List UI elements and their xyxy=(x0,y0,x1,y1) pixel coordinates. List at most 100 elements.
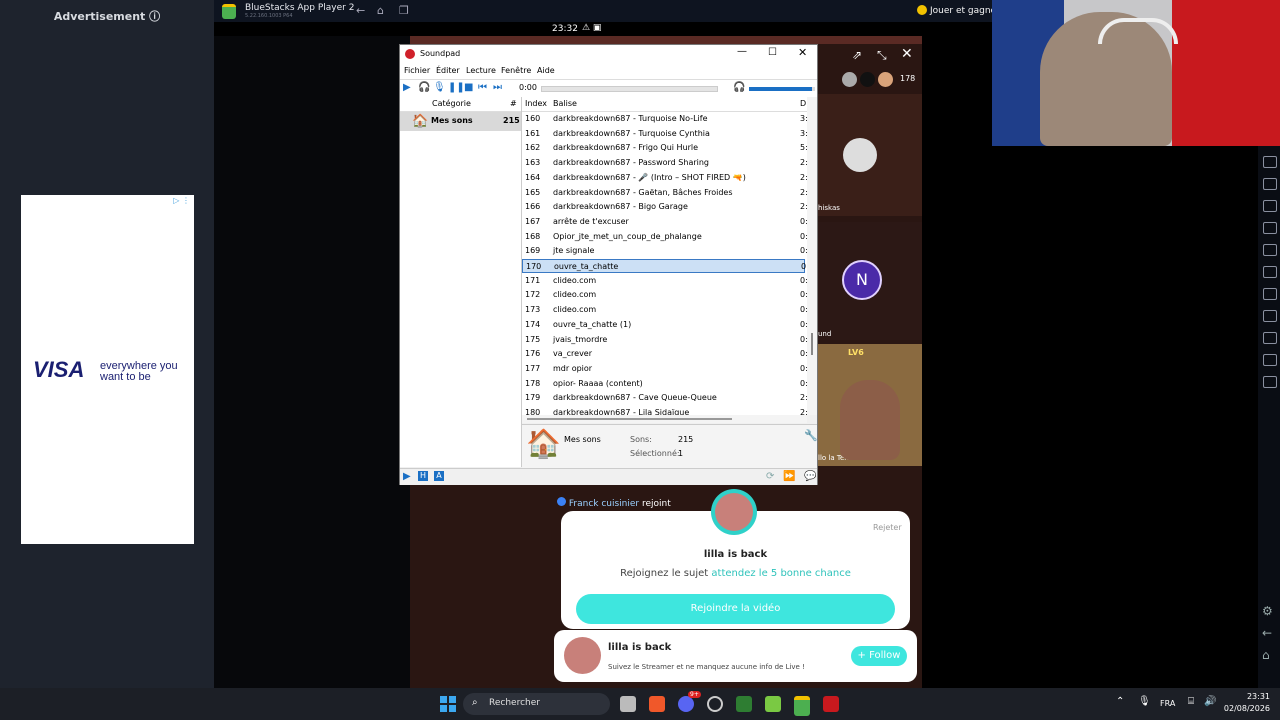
auto-icon[interactable]: A xyxy=(434,471,444,481)
close-stream-icon[interactable]: ✕ xyxy=(901,46,913,62)
repeat-icon[interactable]: ⟳ xyxy=(766,471,774,482)
count-column-header[interactable]: # xyxy=(510,99,517,108)
sidebar-tool-icon[interactable] xyxy=(1263,200,1277,212)
sidebar-tool-icon[interactable] xyxy=(1263,310,1277,322)
recent-apps-icon[interactable]: ❐ xyxy=(399,4,409,17)
obs-icon[interactable] xyxy=(707,696,723,712)
hotkey-icon[interactable]: H xyxy=(418,471,428,481)
play-icon[interactable]: ▶ xyxy=(403,82,411,93)
sound-row[interactable]: 177 mdr opior 0: xyxy=(522,362,807,376)
sound-row[interactable]: 175 jvais_tmordre 0: xyxy=(522,333,807,347)
sidebar-tool-icon[interactable] xyxy=(1263,288,1277,300)
play-icon[interactable]: ▶ xyxy=(403,471,411,482)
forward-icon[interactable]: ⏩ xyxy=(783,471,795,482)
sidebar-tool-icon[interactable] xyxy=(1263,178,1277,190)
category-row[interactable]: 🏠 Mes sons 215 xyxy=(400,112,521,131)
sound-row[interactable]: 178 opior- Raaaa (content) 0: xyxy=(522,377,807,391)
vertical-scrollbar[interactable] xyxy=(807,97,817,415)
task-view-icon[interactable] xyxy=(620,696,636,712)
app-icon[interactable] xyxy=(736,696,752,712)
sound-row[interactable]: 170ouvre_ta_chatte0: xyxy=(522,259,807,273)
windows-start-icon[interactable] xyxy=(440,696,456,712)
follow-button[interactable]: + Follow xyxy=(851,646,907,666)
taskbar-time[interactable]: 23:31 xyxy=(1226,692,1270,701)
sound-row[interactable]: 161 darkbreakdown687 - Turquoise Cynthia 3… xyxy=(522,127,807,141)
popup-topic-link[interactable]: attendez le 5 bonne chance xyxy=(711,568,850,579)
close-icon[interactable]: ✕ xyxy=(798,46,807,59)
sound-row[interactable]: 173 clideo.com 0: xyxy=(522,303,807,317)
sound-row[interactable]: 180 darkbreakdown687 - Lila Sidaïque 2: xyxy=(522,406,807,415)
scroll-thumb[interactable] xyxy=(811,333,813,355)
join-video-button[interactable]: Rejoindre la vidéo xyxy=(576,594,895,624)
volume-slider[interactable] xyxy=(749,87,815,91)
sound-row[interactable]: 172 clideo.com 0: xyxy=(522,288,807,302)
sound-row[interactable]: 168 Opior_jte_met_un_coup_de_phalange 0: xyxy=(522,230,807,244)
discord-icon[interactable] xyxy=(678,696,694,712)
join-notice-user[interactable]: Franck cuisinier xyxy=(569,499,639,509)
category-column-header[interactable]: Catégorie xyxy=(432,99,471,108)
share-icon[interactable]: ⇗ xyxy=(852,48,862,62)
chat-icon[interactable]: 💬 xyxy=(804,471,816,482)
headphones-volume-icon[interactable]: 🎧 xyxy=(733,82,745,93)
scroll-thumb[interactable] xyxy=(527,418,732,420)
pause-icon[interactable]: ❚❚ xyxy=(448,82,465,93)
sound-row[interactable]: 166 darkbreakdown687 - Bigo Garage 2: xyxy=(522,200,807,214)
stop-icon[interactable]: ■ xyxy=(464,82,473,93)
sound-row[interactable]: 162 darkbreakdown687 - Frigo Qui Hurle 5: xyxy=(522,141,807,155)
sound-row[interactable]: 164 darkbreakdown687 - 🎤 (Intro – SHOT FI… xyxy=(522,171,807,185)
back-arrow-icon[interactable]: ← xyxy=(356,4,365,17)
sound-row[interactable]: 171 clideo.com 0: xyxy=(522,274,807,288)
minimize-icon[interactable]: — xyxy=(737,46,747,57)
wrench-icon[interactable]: 🔧 xyxy=(804,429,818,442)
sound-row[interactable]: 160 darkbreakdown687 - Turquoise No-Life 3… xyxy=(522,112,807,126)
menu-fichier[interactable]: Fichier xyxy=(404,66,430,75)
taskbar-date[interactable]: 02/08/2026 xyxy=(1218,704,1270,713)
sound-row[interactable]: 174 ouvre_ta_chatte (1) 0: xyxy=(522,318,807,332)
streamer-avatar[interactable] xyxy=(564,637,601,674)
guest-tile-1[interactable]: hiskas xyxy=(818,94,922,216)
language-indicator[interactable]: FRA xyxy=(1160,699,1175,708)
sound-row[interactable]: 179 darkbreakdown687 - Cave Queue-Queue 2: xyxy=(522,391,807,405)
settings-icon[interactable]: ⚙ xyxy=(1262,604,1273,618)
sound-row[interactable]: 167 arrête de t'excuser 0: xyxy=(522,215,807,229)
taskbar-search[interactable]: ⌕ Rechercher xyxy=(463,693,610,715)
sidebar-tool-icon[interactable] xyxy=(1263,332,1277,344)
menu-editer[interactable]: Éditer xyxy=(436,66,460,75)
bluestacks-taskbar-icon[interactable] xyxy=(794,696,810,716)
headphones-icon[interactable]: 🎧 xyxy=(418,82,430,93)
horizontal-scrollbar[interactable] xyxy=(522,415,807,423)
sidebar-tool-icon[interactable] xyxy=(1263,244,1277,256)
network-icon[interactable]: ⌸ xyxy=(1188,696,1194,707)
reject-button[interactable]: Rejeter xyxy=(873,523,902,532)
sidebar-tool-icon[interactable] xyxy=(1263,354,1277,366)
sound-row[interactable]: 176 va_crever 0: xyxy=(522,347,807,361)
play-and-win-label[interactable]: Jouer et gagner xyxy=(930,6,1000,16)
viewer-avatar[interactable] xyxy=(860,72,875,87)
shrink-icon[interactable]: ⤡ xyxy=(877,48,887,63)
duration-column-header[interactable]: D xyxy=(800,99,806,108)
guest-tile-2[interactable]: N und xyxy=(818,222,922,340)
tag-column-header[interactable]: Balise xyxy=(553,99,577,108)
volume-icon[interactable]: 🔊 xyxy=(1204,696,1216,707)
sound-row[interactable]: 163 darkbreakdown687 - Password Sharing 2: xyxy=(522,156,807,170)
sidebar-tool-icon[interactable] xyxy=(1263,266,1277,278)
sidebar-tool-icon[interactable] xyxy=(1263,156,1277,168)
sound-row[interactable]: 169 jte signale 0: xyxy=(522,244,807,258)
index-column-header[interactable]: Index xyxy=(525,99,547,108)
sidebar-tool-icon[interactable] xyxy=(1263,222,1277,234)
menu-fenetre[interactable]: Fenêtre xyxy=(501,66,531,75)
menu-aide[interactable]: Aide xyxy=(537,66,555,75)
next-icon[interactable]: ⏭ xyxy=(493,82,502,93)
tray-chevron-icon[interactable]: ⌃ xyxy=(1116,696,1124,707)
brave-icon[interactable] xyxy=(649,696,665,712)
home-icon[interactable]: ⌂ xyxy=(1262,648,1270,662)
sound-row[interactable]: 165 darkbreakdown687 - Gaëtan, Bâches Fro… xyxy=(522,186,807,200)
previous-icon[interactable]: ⏮ xyxy=(478,82,487,93)
viewer-avatar[interactable] xyxy=(878,72,893,87)
viewer-avatar[interactable] xyxy=(842,72,857,87)
maximize-icon[interactable]: ☐ xyxy=(768,47,777,58)
sidebar-tool-icon[interactable] xyxy=(1263,376,1277,388)
back-icon[interactable]: ← xyxy=(1262,626,1272,640)
menu-lecture[interactable]: Lecture xyxy=(466,66,496,75)
microphone-icon[interactable]: 🎙 xyxy=(1138,696,1151,707)
